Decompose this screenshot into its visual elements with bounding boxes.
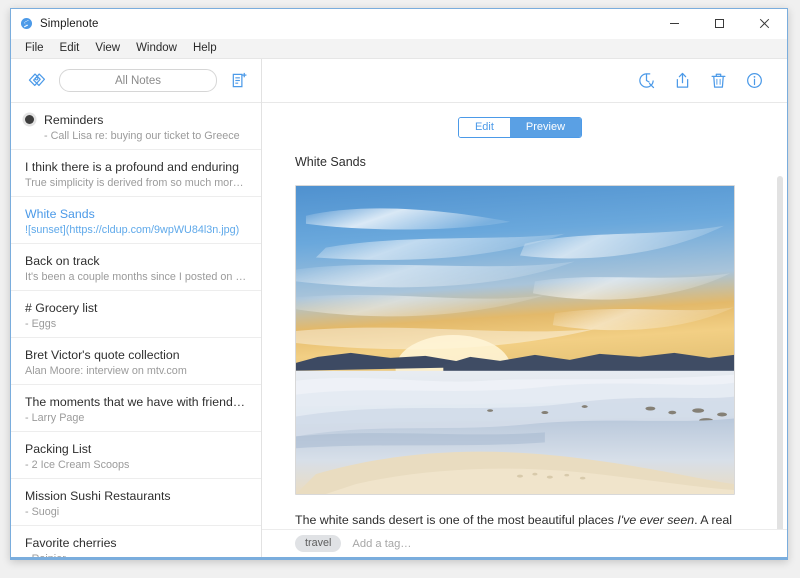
note-excerpt: Alan Moore: interview on mtv.com bbox=[25, 365, 187, 377]
note-list-item[interactable]: Bret Victor's quote collection Alan Moor… bbox=[11, 338, 261, 385]
window-title: Simplenote bbox=[40, 17, 99, 30]
note-editor-pane: Edit Preview White Sands The white sands… bbox=[262, 59, 787, 557]
search-input-value: All Notes bbox=[114, 74, 162, 87]
window-bottom-accent bbox=[11, 557, 787, 559]
published-indicator-icon bbox=[25, 115, 34, 124]
menu-item-file[interactable]: File bbox=[22, 40, 52, 57]
simplenote-window: Simplenote File Edit View Window Help Al… bbox=[10, 8, 788, 560]
tab-preview[interactable]: Preview bbox=[509, 118, 582, 137]
title-bar: Simplenote bbox=[11, 9, 787, 39]
note-excerpt: - Eggs bbox=[25, 318, 57, 330]
tag-icon[interactable] bbox=[25, 69, 49, 93]
new-note-icon[interactable] bbox=[227, 69, 251, 93]
mode-toggle: Edit Preview bbox=[295, 117, 745, 138]
trash-icon[interactable] bbox=[706, 69, 730, 93]
menu-bar: File Edit View Window Help bbox=[11, 39, 787, 59]
note-title: Favorite cherries bbox=[25, 536, 117, 550]
note-list-item[interactable]: # Grocery list - Eggs bbox=[11, 291, 261, 338]
note-list-item[interactable]: Mission Sushi Restaurants - Suogi bbox=[11, 479, 261, 526]
search-input[interactable]: All Notes bbox=[59, 69, 217, 92]
note-title: Reminders bbox=[44, 113, 104, 127]
note-title: Packing List bbox=[25, 442, 92, 456]
note-title: Bret Victor's quote collection bbox=[25, 348, 180, 362]
note-list-item[interactable]: I think there is a profound and enduring… bbox=[11, 150, 261, 197]
note-excerpt: It's been a couple months since I posted… bbox=[25, 271, 247, 283]
main-split: All Notes Reminders - Call Lisa re: buyi… bbox=[11, 59, 787, 557]
note-excerpt: - 2 Ice Cream Scoops bbox=[25, 459, 130, 471]
note-body-text: The white sands desert is one of the mos… bbox=[295, 511, 745, 529]
tab-edit[interactable]: Edit bbox=[458, 118, 510, 137]
history-icon[interactable] bbox=[634, 69, 658, 93]
note-list-item[interactable]: Packing List - 2 Ice Cream Scoops bbox=[11, 432, 261, 479]
note-list-pane: All Notes Reminders - Call Lisa re: buyi… bbox=[11, 59, 262, 557]
menu-item-window[interactable]: Window bbox=[133, 40, 185, 57]
share-icon[interactable] bbox=[670, 69, 694, 93]
window-controls bbox=[652, 9, 787, 38]
note-heading: White Sands bbox=[295, 155, 366, 169]
menu-item-help[interactable]: Help bbox=[190, 40, 225, 57]
editor-content-area: Edit Preview White Sands The white sands… bbox=[262, 103, 787, 529]
mode-toggle-group: Edit Preview bbox=[457, 117, 583, 138]
note-title: # Grocery list bbox=[25, 301, 98, 315]
note-title: Mission Sushi Restaurants bbox=[25, 489, 171, 503]
editor-scrollbar[interactable] bbox=[777, 176, 783, 529]
editor-inner: Edit Preview White Sands The white sands… bbox=[262, 117, 787, 529]
info-icon[interactable] bbox=[742, 69, 766, 93]
note-list-item-selected[interactable]: White Sands ![sunset](https://cldup.com/… bbox=[11, 197, 261, 244]
menu-item-view[interactable]: View bbox=[92, 40, 128, 57]
note-excerpt: - Suogi bbox=[25, 506, 60, 518]
note-excerpt: ![sunset](https://cldup.com/9wpWU84l3n.j… bbox=[25, 224, 240, 236]
note-body-italic: I've ever seen bbox=[617, 513, 695, 527]
minimize-button[interactable] bbox=[652, 9, 697, 38]
editor-toolbar bbox=[262, 59, 787, 103]
note-title: I think there is a profound and enduring bbox=[25, 160, 239, 174]
note-list-item[interactable]: Favorite cherries - Rainier bbox=[11, 526, 261, 557]
note-title: White Sands bbox=[25, 207, 95, 221]
note-body-part1: The white sands desert is one of the mos… bbox=[295, 513, 618, 527]
note-list-item[interactable]: Back on track It's been a couple months … bbox=[11, 244, 261, 291]
note-list-item[interactable]: The moments that we have with friends … … bbox=[11, 385, 261, 432]
note-title: The moments that we have with friends … bbox=[25, 395, 247, 409]
note-excerpt: - Rainier bbox=[25, 552, 247, 557]
note-list-toolbar: All Notes bbox=[11, 59, 261, 103]
add-tag-input[interactable]: Add a tag… bbox=[352, 538, 411, 550]
note-excerpt: - Call Lisa re: buying our ticket to Gre… bbox=[44, 130, 240, 142]
menu-item-edit[interactable]: Edit bbox=[57, 40, 88, 57]
note-excerpt: True simplicity is derived from so much … bbox=[25, 177, 247, 189]
note-title: Back on track bbox=[25, 254, 100, 268]
close-button[interactable] bbox=[742, 9, 787, 38]
tag-chip-travel[interactable]: travel bbox=[295, 535, 342, 552]
maximize-button[interactable] bbox=[697, 9, 742, 38]
note-list[interactable]: Reminders - Call Lisa re: buying our tic… bbox=[11, 103, 261, 557]
title-bar-left: Simplenote bbox=[11, 17, 652, 30]
tag-bar: travel Add a tag… bbox=[262, 529, 787, 557]
simplenote-logo-icon bbox=[20, 17, 33, 30]
sunset-photo-image bbox=[295, 185, 745, 495]
note-excerpt: - Larry Page bbox=[25, 412, 85, 424]
note-list-item[interactable]: Reminders - Call Lisa re: buying our tic… bbox=[11, 103, 261, 150]
